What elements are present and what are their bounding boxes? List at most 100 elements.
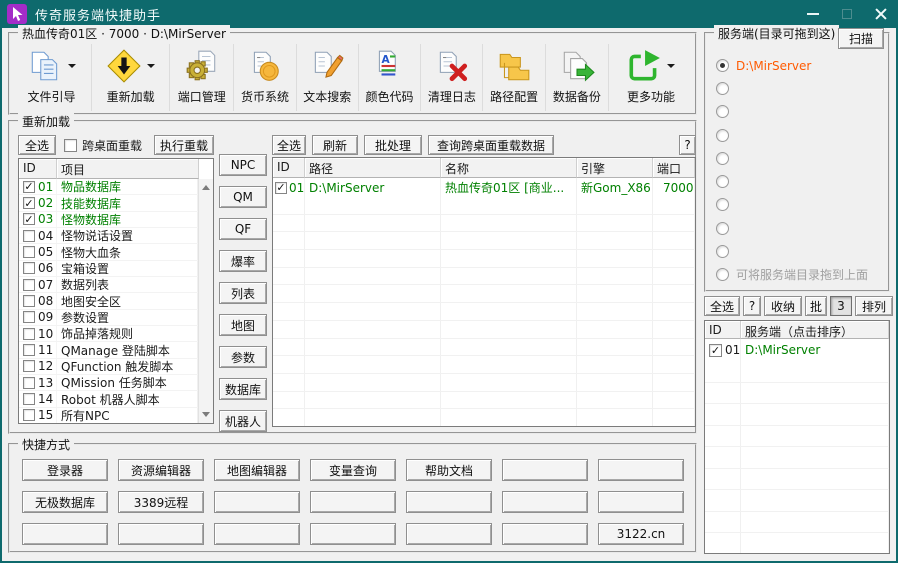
shortcut-button-登录器[interactable]: 登录器 [22, 459, 108, 481]
radio-icon[interactable] [716, 268, 729, 281]
reload-item-row[interactable]: 09参数设置 [19, 310, 198, 326]
help-button[interactable]: ? [679, 135, 696, 155]
toolbar-button-清理日志[interactable]: 清理日志 [421, 44, 483, 111]
reload-item-row[interactable]: 08地图安全区 [19, 293, 198, 309]
shortcut-button-empty[interactable] [502, 491, 588, 513]
radio-icon[interactable] [716, 222, 729, 235]
server-directory-radio[interactable] [716, 197, 884, 212]
reload-item-row[interactable]: 14Robot 机器人脚本 [19, 391, 198, 407]
server-directory-radio[interactable] [716, 81, 884, 96]
item-checkbox[interactable] [23, 311, 35, 323]
reload-item-row[interactable]: 04怪物说话设置 [19, 228, 198, 244]
close-button[interactable] [864, 0, 898, 28]
server-list-button-全选[interactable]: 全选 [704, 296, 740, 316]
table-row[interactable]: ✓01D:\MirServer热血传奇01区 [商业...新Gom_X86700… [273, 178, 695, 197]
shortcut-button-帮助文档[interactable]: 帮助文档 [406, 459, 492, 481]
cross-desktop-checkbox-box[interactable] [64, 139, 77, 152]
shortcut-button-empty[interactable] [214, 523, 300, 545]
reload-item-row[interactable]: 10饰品掉落规则 [19, 326, 198, 342]
reload-item-row[interactable]: 05怪物大血条 [19, 244, 198, 260]
row-checkbox[interactable]: ✓ [709, 344, 722, 357]
radio-icon[interactable] [716, 129, 729, 142]
reload-select-all-button[interactable]: 全选 [18, 135, 56, 155]
server-directory-radio[interactable]: 可将服务端目录拖到上面 [716, 267, 884, 282]
item-checkbox[interactable] [23, 230, 35, 242]
server-directory-radio[interactable] [716, 128, 884, 143]
reload-item-row[interactable]: 13QMission 任务脚本 [19, 375, 198, 391]
radio-icon[interactable] [716, 105, 729, 118]
server-list-button-收纳[interactable]: 收纳 [764, 296, 802, 316]
scroll-up-button[interactable] [199, 180, 213, 195]
shortcut-button-empty[interactable] [22, 523, 108, 545]
shortcut-button-资源编辑器[interactable]: 资源编辑器 [118, 459, 204, 481]
item-checkbox[interactable] [23, 295, 35, 307]
shortcut-button-empty[interactable] [310, 491, 396, 513]
shortcut-button-empty[interactable] [406, 523, 492, 545]
item-checkbox[interactable] [23, 360, 35, 372]
item-checkbox[interactable] [23, 409, 35, 421]
shortcut-button-empty[interactable] [310, 523, 396, 545]
toolbar-button-颜色代码[interactable]: A颜色代码 [359, 44, 421, 111]
column-header-ID[interactable]: ID [273, 158, 305, 178]
category-button-地图[interactable]: 地图 [219, 314, 267, 336]
toolbar-button-文件引导[interactable]: 文件引导 [12, 44, 92, 111]
radio-icon[interactable] [716, 175, 729, 188]
column-header-1[interactable]: 项目 [57, 159, 199, 179]
column-header-名称[interactable]: 名称 [441, 158, 577, 178]
server-directory-radio[interactable] [716, 174, 884, 189]
category-button-爆率[interactable]: 爆率 [219, 250, 267, 272]
shortcut-button-empty[interactable] [502, 459, 588, 481]
execute-reload-button[interactable]: 执行重载 [154, 135, 214, 155]
column-header-1[interactable]: 服务端（点击排序） [741, 321, 889, 339]
radio-icon[interactable] [716, 245, 729, 258]
reload-item-row[interactable]: ✓03怪物数据库 [19, 212, 198, 228]
item-checkbox[interactable] [23, 262, 35, 274]
dropdown-arrow-icon[interactable] [667, 64, 675, 72]
item-checkbox[interactable] [23, 279, 35, 291]
shortcut-button-empty[interactable] [214, 491, 300, 513]
item-checkbox[interactable] [23, 328, 35, 340]
toolbar-button-货币系统[interactable]: 货币系统 [234, 44, 296, 111]
row-checkbox[interactable]: ✓ [275, 182, 287, 194]
reload-item-row[interactable]: 06宝箱设置 [19, 261, 198, 277]
server-directory-radio[interactable] [716, 244, 884, 259]
server-list-button-?[interactable]: ? [743, 296, 761, 316]
item-checkbox[interactable]: ✓ [23, 181, 35, 193]
column-header-0[interactable]: ID [19, 159, 57, 179]
table-toolbar-button-全选[interactable]: 全选 [272, 135, 306, 155]
server-directory-radio[interactable]: D:\MirServer [716, 58, 884, 73]
table-toolbar-button-查询跨桌面重载数据[interactable]: 查询跨桌面重载数据 [428, 135, 554, 155]
shortcut-button-empty[interactable] [598, 491, 684, 513]
server-directory-radio[interactable] [716, 151, 884, 166]
reload-item-row[interactable]: 07数据列表 [19, 277, 198, 293]
dropdown-arrow-icon[interactable] [147, 64, 155, 72]
category-button-参数[interactable]: 参数 [219, 346, 267, 368]
item-checkbox[interactable]: ✓ [23, 197, 35, 209]
toolbar-button-重新加载[interactable]: 重新加载 [92, 44, 170, 111]
shortcut-button-3122.cn[interactable]: 3122.cn [598, 523, 684, 545]
shortcut-button-empty[interactable] [406, 491, 492, 513]
category-button-列表[interactable]: 列表 [219, 282, 267, 304]
column-header-端口[interactable]: 端口 [653, 158, 695, 178]
item-checkbox[interactable] [23, 393, 35, 405]
server-list-button-3[interactable]: 3 [830, 296, 852, 316]
column-header-0[interactable]: ID [705, 321, 741, 339]
scan-button[interactable]: 扫描 [838, 28, 884, 49]
category-button-数据库[interactable]: 数据库 [219, 378, 267, 400]
toolbar-button-路径配置[interactable]: 路径配置 [483, 44, 545, 111]
table-row[interactable]: ✓01D:\MirServer [705, 339, 889, 361]
reload-item-row[interactable]: 11QManage 登陆脚本 [19, 342, 198, 358]
toolbar-button-端口管理[interactable]: 端口管理 [170, 44, 234, 111]
minimize-button[interactable] [796, 0, 830, 28]
column-header-路径[interactable]: 路径 [305, 158, 441, 178]
server-directory-radio[interactable] [716, 104, 884, 119]
table-toolbar-button-刷新[interactable]: 刷新 [312, 135, 358, 155]
toolbar-button-数据备份[interactable]: 数据备份 [546, 44, 609, 111]
item-checkbox[interactable] [23, 246, 35, 258]
shortcut-button-3389远程[interactable]: 3389远程 [118, 491, 204, 513]
table-toolbar-button-批处理[interactable]: 批处理 [364, 135, 422, 155]
category-button-机器人[interactable]: 机器人 [219, 410, 267, 432]
maximize-button[interactable] [830, 0, 864, 28]
reload-item-row[interactable]: 12QFunction 触发脚本 [19, 359, 198, 375]
shortcut-button-empty[interactable] [118, 523, 204, 545]
